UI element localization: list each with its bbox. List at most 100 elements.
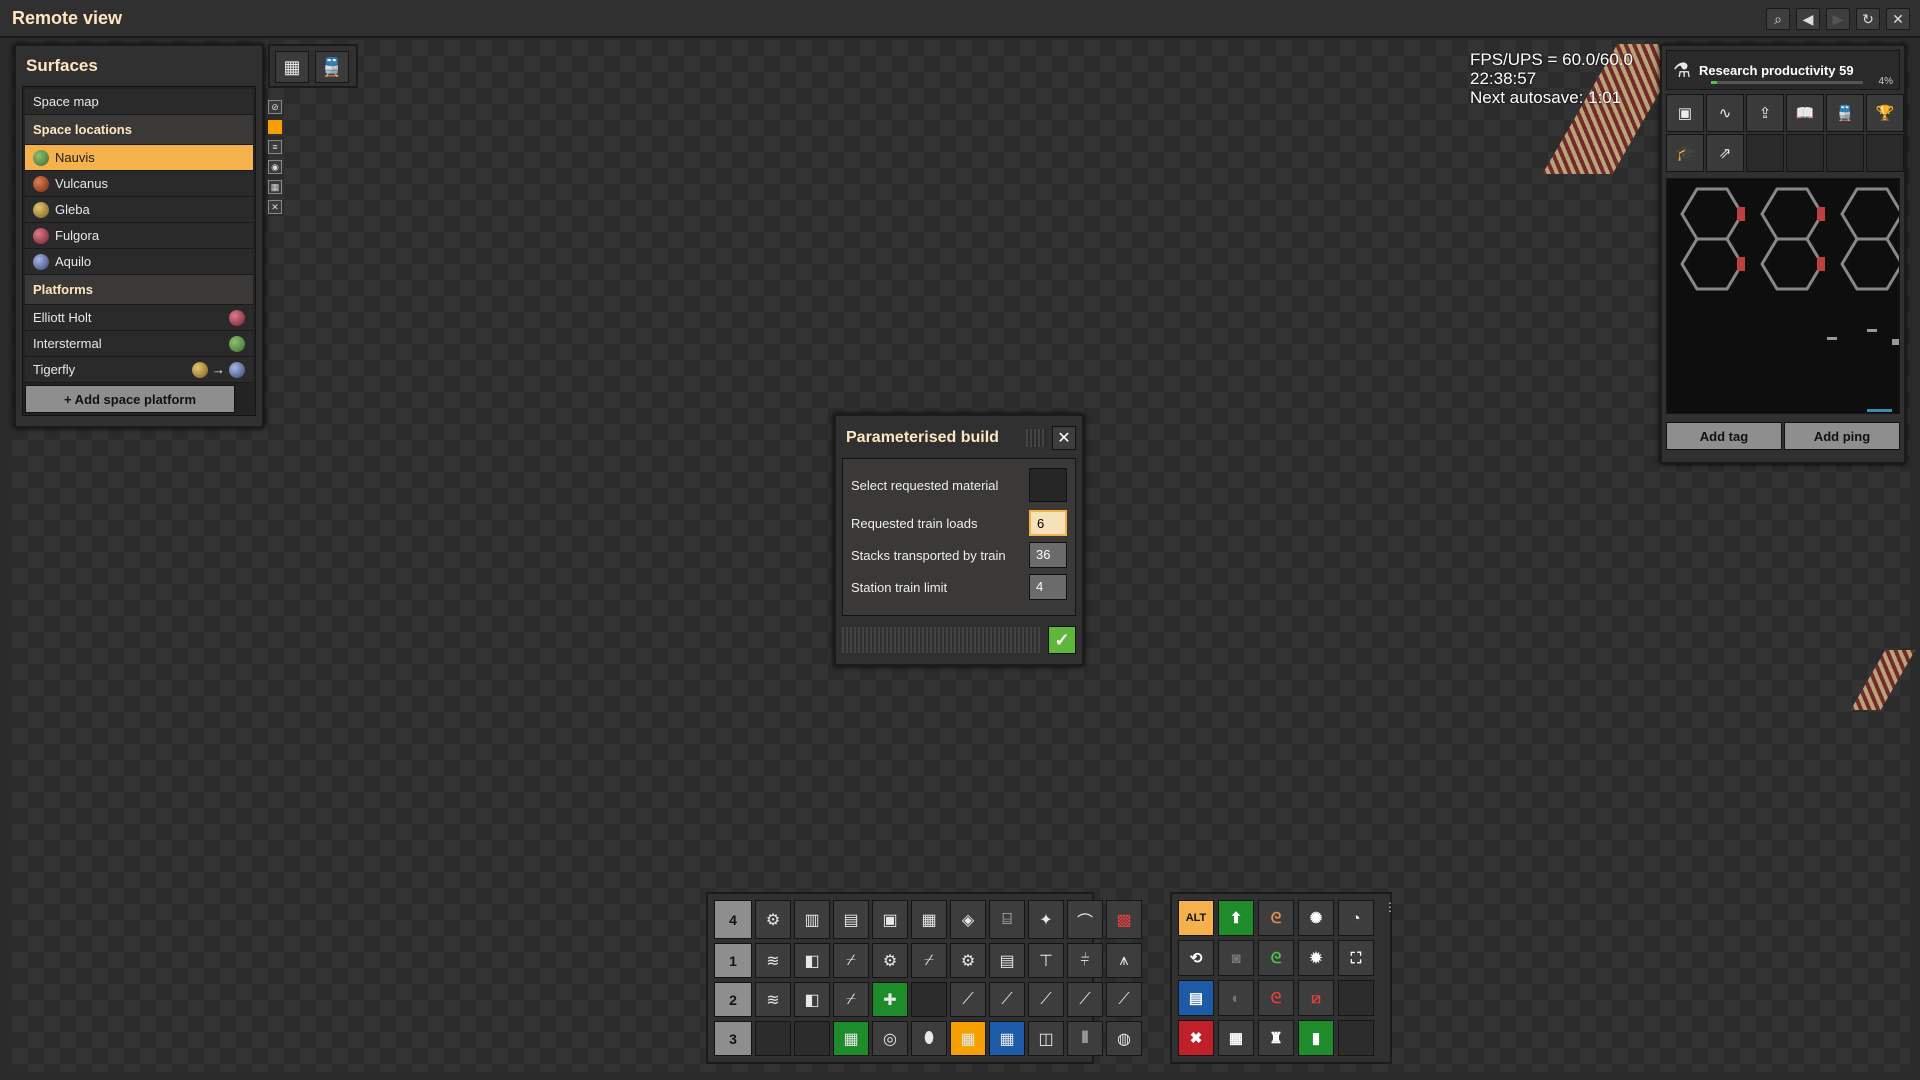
spiderbot-icon[interactable]: ✺ — [1298, 900, 1334, 936]
location-item-nauvis[interactable]: Nauvis — [25, 145, 253, 171]
research-progress[interactable]: ⚗ Research productivity 59 4% — [1666, 50, 1900, 90]
empty-slot[interactable] — [911, 982, 947, 1017]
personal-roboport-icon[interactable]: ◙ — [1218, 940, 1254, 976]
tower-icon[interactable]: ⫩ — [1067, 943, 1103, 978]
radar-icon[interactable]: ◫ — [1028, 1021, 1064, 1056]
inserter-icon[interactable]: ⌿ — [911, 943, 947, 978]
search-icon[interactable]: ⌕ — [1766, 8, 1790, 30]
tag-icon[interactable] — [268, 120, 282, 134]
quickbar-row-button[interactable]: 2 — [714, 982, 752, 1017]
module-icon[interactable]: ✚ — [872, 982, 908, 1017]
inserter-icon[interactable]: ⌿ — [833, 982, 869, 1017]
drag-handle[interactable] — [1026, 429, 1046, 447]
quickbar-row-button[interactable]: 3 — [714, 1021, 752, 1056]
empty-slot[interactable] — [755, 1021, 791, 1056]
belt-icon[interactable]: ≋ — [755, 982, 791, 1017]
pollution-icon[interactable]: ✕ — [268, 200, 282, 214]
undo-icon[interactable]: ⟲ — [1178, 940, 1214, 976]
close-button[interactable]: ✕ — [1052, 426, 1076, 450]
blueprint-select-icon[interactable]: ⬆ — [1218, 900, 1254, 936]
empty-slot[interactable] — [794, 1021, 830, 1056]
inserter-icon[interactable]: ⟋ — [1028, 982, 1064, 1017]
flashlight-icon[interactable]: ▮ — [1298, 1020, 1334, 1056]
location-item-vulcanus[interactable]: Vulcanus — [25, 171, 253, 197]
gear-icon[interactable]: ⚙ — [872, 943, 908, 978]
refresh-icon[interactable]: ↻ — [1856, 8, 1880, 30]
upgrade-planner-icon[interactable]: ◐ — [1218, 980, 1254, 1016]
tower-icon[interactable]: ⩚ — [1106, 943, 1142, 978]
trains-icon[interactable]: 🚆 — [1826, 94, 1864, 132]
remote-icon[interactable]: ⧄ — [1298, 980, 1334, 1016]
gear-icon[interactable]: ⚙ — [950, 943, 986, 978]
splitter-icon[interactable]: ◧ — [794, 943, 830, 978]
inserter-icon[interactable]: ⟋ — [1067, 982, 1103, 1017]
train-limit-input[interactable]: 4 — [1029, 574, 1067, 600]
map-icon[interactable]: ▣ — [1666, 94, 1704, 132]
alt-mode-button[interactable]: ALT — [1178, 900, 1214, 936]
platform-item-interstermal[interactable]: Interstermal — [25, 331, 253, 357]
select-area-icon[interactable]: ⛶ — [1338, 940, 1374, 976]
filter-icon[interactable]: ⊘ — [268, 100, 282, 114]
back-icon[interactable]: ◀ — [1796, 8, 1820, 30]
location-item-gleba[interactable]: Gleba — [25, 197, 253, 223]
calculator-icon[interactable]: ▦ — [1218, 1020, 1254, 1056]
inserter-icon[interactable]: ⌿ — [833, 943, 869, 978]
logistics-icon[interactable]: ⇪ — [1746, 94, 1784, 132]
grid-icon[interactable]: ▦ — [268, 180, 282, 194]
add-space-platform-button[interactable]: + Add space platform — [25, 385, 235, 413]
circuit-icon[interactable]: ▦ — [833, 1021, 869, 1056]
location-item-aquilo[interactable]: Aquilo — [25, 249, 253, 275]
quickbar-row-button[interactable]: 4 — [714, 900, 752, 939]
confirm-button[interactable]: ✓ — [1048, 626, 1076, 654]
red-wire-icon[interactable]: ᘓ — [1258, 980, 1294, 1016]
factoriopedia-icon[interactable]: 📖 — [1786, 94, 1824, 132]
platform-item-tigerfly[interactable]: Tigerfly → — [25, 357, 253, 383]
wall-icon[interactable]: ⫴ — [1067, 1021, 1103, 1056]
mech-icon[interactable]: ✦ — [1028, 900, 1064, 939]
inserter-icon[interactable]: ⟋ — [1106, 982, 1142, 1017]
technology-icon[interactable]: 🎓 — [1666, 134, 1704, 172]
more-options-icon[interactable]: ⋮ — [1384, 900, 1396, 914]
stacks-input[interactable]: 36 — [1029, 542, 1067, 568]
artillery-icon[interactable]: ♜ — [1258, 1020, 1294, 1056]
belt-icon[interactable]: ≋ — [755, 943, 791, 978]
achievements-icon[interactable]: 🏆 — [1866, 94, 1904, 132]
copper-wire-icon[interactable]: ᘓ — [1258, 900, 1294, 936]
footer-drag-handle[interactable] — [842, 627, 1040, 653]
assembler-icon[interactable]: ⚙ — [755, 900, 791, 939]
crusher-icon[interactable]: ◈ — [950, 900, 986, 939]
location-item-fulgora[interactable]: Fulgora — [25, 223, 253, 249]
minimap[interactable] — [1666, 178, 1900, 414]
chest-icon[interactable]: ▤ — [989, 943, 1025, 978]
train-icon[interactable]: 🚆 — [315, 51, 349, 83]
spider-icon[interactable]: ✹ — [1298, 940, 1334, 976]
blueprint-library-icon[interactable]: ⇗ — [1706, 134, 1744, 172]
splitter-icon[interactable]: ◧ — [794, 982, 830, 1017]
inserter-icon[interactable]: ⟋ — [989, 982, 1025, 1017]
green-wire-icon[interactable]: ᘓ — [1258, 940, 1294, 976]
pipe-icon[interactable]: ⌒ — [1067, 900, 1103, 939]
quickbar-row-button[interactable]: 1 — [714, 943, 752, 978]
train-loads-input[interactable]: 6 — [1029, 510, 1067, 536]
calculator-icon[interactable]: ▦ — [275, 51, 309, 83]
copy-icon[interactable]: ▤ — [1178, 980, 1214, 1016]
loader-icon[interactable]: ⌸ — [989, 900, 1025, 939]
inserter-icon[interactable]: ⟋ — [950, 982, 986, 1017]
furnace-icon[interactable]: ▥ — [794, 900, 830, 939]
tank-icon[interactable]: ◎ — [872, 1021, 908, 1056]
add-ping-button[interactable]: Add ping — [1784, 422, 1900, 450]
deconstruction-planner-icon[interactable]: ✖ — [1178, 1020, 1214, 1056]
forward-icon[interactable]: ▶ — [1826, 8, 1850, 30]
add-tag-button[interactable]: Add tag — [1666, 422, 1782, 450]
material-slot[interactable] — [1029, 468, 1067, 502]
gift-icon[interactable]: ▩ — [1106, 900, 1142, 939]
eye-icon[interactable]: ◉ — [268, 160, 282, 174]
list-icon[interactable]: ≡ — [268, 140, 282, 154]
machine-icon[interactable]: ▣ — [872, 900, 908, 939]
turret-icon[interactable]: ◍ — [1106, 1021, 1142, 1056]
machine-icon[interactable]: ▦ — [911, 900, 947, 939]
platform-item-elliott-holt[interactable]: Elliott Holt — [25, 305, 253, 331]
pole-icon[interactable]: ⊤ — [1028, 943, 1064, 978]
pipette-icon[interactable]: ◔ — [1338, 900, 1374, 936]
close-icon[interactable]: ✕ — [1886, 8, 1910, 30]
